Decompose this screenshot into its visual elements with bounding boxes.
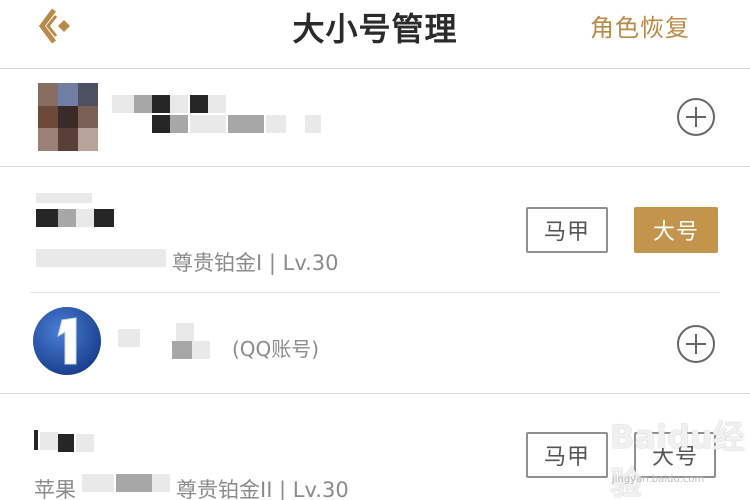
alt-account-button[interactable]: 马甲 [526,207,608,253]
role-rank-level: 尊贵铂金II | Lv.30 [176,478,349,500]
qq-number-one-icon [33,307,101,375]
plus-circle-icon[interactable] [676,97,716,137]
role-restore-link[interactable]: 角色恢复 [590,8,690,43]
baidu-watermark: Baidu经验 [610,418,745,500]
main-account-button[interactable]: 大号 [634,207,718,253]
account-row-1 [0,69,750,166]
avatar [38,83,98,151]
account-row-2: 尊贵铂金I | Lv.30 马甲 大号 [0,167,750,292]
alt-account-button[interactable]: 马甲 [526,432,608,478]
account-row-3: (QQ账号) [0,293,750,393]
role-rank-level: 尊贵铂金I | Lv.30 [172,251,339,275]
baidu-watermark-url: jingyan.baidu.com [612,474,705,485]
plus-circle-icon[interactable] [676,324,716,364]
qq-account-suffix: (QQ账号) [232,337,320,361]
role-platform: 苹果 [34,478,76,500]
top-navigation-bar: 大小号管理 角色恢复 [0,0,750,69]
